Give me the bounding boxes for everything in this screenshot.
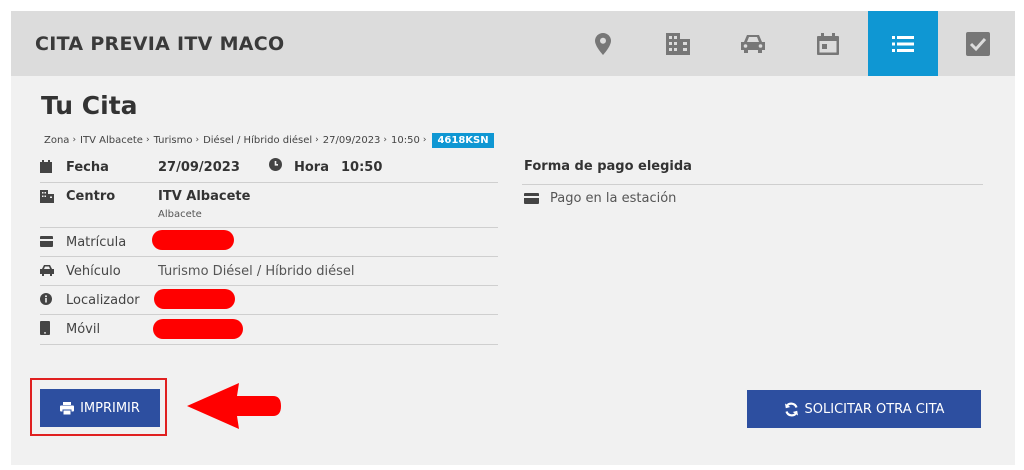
breadcrumb-fuel: Diésel / Híbrido diésel — [203, 134, 313, 146]
new-appointment-label: SOLICITAR OTRA CITA — [804, 401, 945, 417]
credit-card-icon — [524, 193, 539, 204]
breadcrumb-separator: › — [72, 135, 77, 145]
breadcrumb: Zona › ITV Albacete › Turismo › Diésel / Hí… — [44, 131, 494, 149]
arrow-annotation-icon — [187, 383, 281, 429]
mobile-row: Móvil — [40, 314, 498, 345]
date-row: Fecha 27/09/2023 Hora 10:50 — [40, 152, 498, 183]
time-label: Hora — [294, 160, 329, 175]
printer-icon — [60, 401, 75, 415]
breadcrumb-separator: › — [422, 135, 427, 145]
redaction-mark — [153, 319, 243, 339]
vehicle-value: Turismo Diésel / Híbrido diésel — [158, 264, 355, 279]
center-row: Centro ITV Albacete Albacete — [40, 182, 498, 228]
locator-label: Localizador — [66, 293, 140, 308]
mobile-label: Móvil — [66, 322, 101, 337]
breadcrumb-zone: Zona — [44, 134, 70, 146]
center-value: ITV Albacete — [158, 189, 251, 204]
header-bar: CITA PREVIA ITV MACO — [11, 11, 1015, 76]
breadcrumb-time: 10:50 — [391, 134, 420, 146]
page-frame: CITA PREVIA ITV MACO Tu Cita Zona › ITV … — [11, 11, 1015, 465]
breadcrumb-center: ITV Albacete — [80, 134, 143, 146]
app-title: CITA PREVIA ITV MACO — [35, 33, 285, 55]
building-icon — [666, 32, 690, 55]
location-pin-icon — [595, 32, 611, 55]
plate-badge: 4618KSN — [432, 132, 494, 148]
info-icon — [40, 293, 52, 305]
vehicle-row: Vehículo Turismo Diésel / Híbrido diésel — [40, 256, 498, 286]
plate-label: Matrícula — [66, 235, 127, 250]
step-date[interactable] — [793, 11, 863, 76]
locator-row: Localizador — [40, 285, 498, 315]
divider — [522, 184, 983, 185]
breadcrumb-vehicle-type: Turismo — [153, 134, 193, 146]
breadcrumb-date: 27/09/2023 — [322, 134, 381, 146]
plate-row: Matrícula — [40, 227, 498, 257]
id-card-icon — [40, 236, 53, 247]
page-title: Tu Cita — [41, 91, 138, 120]
list-icon — [892, 35, 914, 52]
step-confirm[interactable] — [943, 11, 1013, 76]
building-icon — [40, 190, 54, 203]
payment-method: Pago en la estación — [550, 191, 677, 206]
checkbox-icon — [966, 31, 990, 56]
breadcrumb-separator: › — [315, 135, 319, 145]
date-label: Fecha — [66, 160, 109, 175]
clock-icon — [269, 158, 282, 171]
refresh-icon — [784, 402, 798, 416]
center-city: Albacete — [158, 209, 202, 220]
print-button[interactable]: IMPRIMIR — [40, 389, 160, 427]
step-center[interactable] — [643, 11, 713, 76]
new-appointment-button[interactable]: SOLICITAR OTRA CITA — [747, 390, 981, 428]
step-vehicle[interactable] — [718, 11, 788, 76]
step-location[interactable] — [568, 11, 638, 76]
redaction-mark — [152, 230, 234, 250]
car-icon — [40, 265, 54, 276]
mobile-phone-icon — [40, 321, 50, 335]
breadcrumb-separator: › — [145, 135, 150, 145]
time-value: 10:50 — [341, 160, 383, 175]
calendar-icon — [40, 160, 52, 173]
step-summary[interactable] — [868, 11, 938, 76]
payment-title: Forma de pago elegida — [524, 159, 692, 174]
breadcrumb-separator: › — [195, 135, 200, 145]
print-button-label: IMPRIMIR — [80, 400, 140, 416]
calendar-icon — [817, 32, 839, 55]
vehicle-label: Vehículo — [66, 264, 121, 279]
car-icon — [741, 34, 765, 53]
date-value: 27/09/2023 — [158, 160, 240, 175]
center-label: Centro — [66, 189, 116, 204]
redaction-mark — [154, 289, 235, 309]
breadcrumb-separator: › — [383, 135, 388, 145]
